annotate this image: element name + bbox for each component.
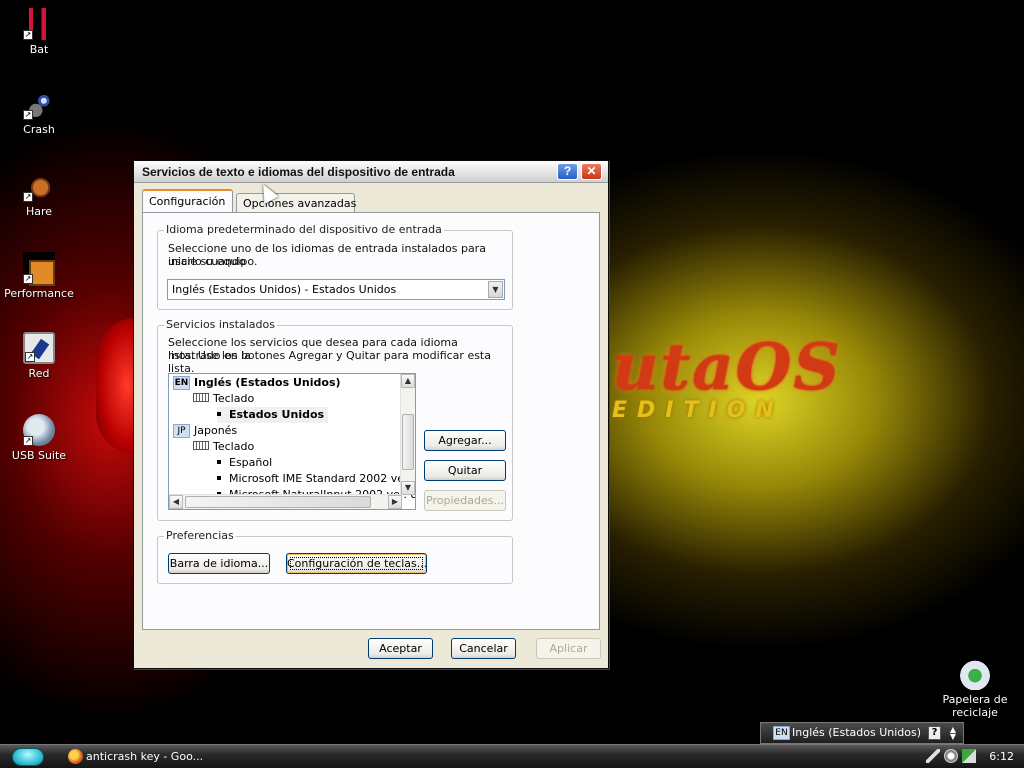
desktop-icon-label: Red: [28, 367, 50, 380]
language-bar[interactable]: EN Inglés (Estados Unidos) ? ▲ ▼: [760, 722, 964, 744]
tree-vertical-scrollbar[interactable]: ▲ ▼: [400, 374, 415, 495]
tree-item-label: Teclado: [213, 440, 255, 453]
red-icon: ↗: [23, 332, 55, 364]
close-button[interactable]: ✕: [581, 163, 602, 180]
scroll-up-icon[interactable]: ▲: [401, 374, 415, 388]
desktop-icon-crash[interactable]: ↗ Crash: [0, 88, 79, 136]
wallpaper-logo: utaOS: [612, 330, 842, 405]
ok-button[interactable]: Aceptar: [368, 638, 433, 659]
scroll-right-icon[interactable]: ▶: [388, 495, 402, 509]
tab-panel: Idioma predeterminado del dispositivo de…: [142, 212, 600, 630]
default-language-select[interactable]: Inglés (Estados Unidos) - Estados Unidos…: [167, 279, 505, 300]
wallpaper-edition-text: EDITION: [612, 398, 784, 423]
installed-services-description-line2: lista. Use los botones Agregar y Quitar …: [168, 349, 491, 375]
crash-icon: ↗: [23, 88, 55, 120]
tree-item-category[interactable]: Teclado: [193, 391, 254, 407]
taskbar-item-label: anticrash key - Goo...: [86, 750, 204, 763]
recycle-bin-icon: [959, 658, 991, 690]
desktop-icon-label: Bat: [29, 43, 49, 56]
horizontal-scroll-thumb[interactable]: [185, 496, 371, 508]
tree-item-category[interactable]: Teclado: [193, 439, 254, 455]
desktop-icon-label: Hare: [25, 205, 53, 218]
close-icon: ✕: [586, 164, 597, 178]
tree-item-label: Teclado: [213, 392, 255, 405]
help-icon[interactable]: ?: [928, 726, 941, 740]
usb-suite-icon: ↗: [23, 414, 55, 446]
tree-horizontal-scrollbar[interactable]: ◀ ▶: [169, 494, 402, 509]
tree-item-language[interactable]: EN Inglés (Estados Unidos): [173, 375, 341, 391]
keyboard-icon: [193, 441, 209, 450]
tree-item-language[interactable]: JP Japonés: [173, 423, 237, 439]
installed-services-legend: Servicios instalados: [164, 318, 277, 331]
scroll-left-icon[interactable]: ◀: [169, 495, 183, 509]
firefox-icon: [68, 749, 83, 764]
desktop-icon-usb-suite[interactable]: ↗ USB Suite: [0, 414, 79, 462]
tree-item-label: Español: [229, 456, 273, 469]
tree-item-label: Japonés: [194, 424, 238, 437]
performance-icon: ↗: [23, 252, 55, 286]
vertical-scroll-thumb[interactable]: [402, 414, 414, 470]
default-language-group: Idioma predeterminado del dispositivo de…: [157, 223, 513, 310]
desktop-icon-recycle-bin[interactable]: Papelera de reciclaje: [935, 658, 1015, 719]
tab-configuracion[interactable]: Configuración: [142, 189, 233, 212]
desktop-icon-label: Performance: [4, 287, 74, 300]
desktop-icon-label: Crash: [23, 123, 55, 136]
bullet-icon: [217, 460, 221, 464]
bat-icon: ↗: [23, 8, 55, 40]
options-arrows-icon[interactable]: ▲ ▼: [948, 726, 958, 741]
network-icon[interactable]: [962, 749, 976, 763]
default-language-description-line2: inicie su equipo.: [168, 255, 258, 268]
language-tag-icon: EN: [173, 376, 190, 390]
desktop-icon-red[interactable]: ↗ Red: [0, 332, 79, 380]
desktop-icon-bat[interactable]: ↗ Bat: [0, 8, 79, 56]
pen-icon[interactable]: [926, 749, 940, 763]
properties-button[interactable]: Propiedades...: [424, 490, 506, 511]
preferences-group: Preferencias Barra de idioma... Configur…: [157, 529, 513, 584]
recycle-bin-label-line1: Papelera de: [942, 693, 1008, 706]
keyboard-icon: [193, 393, 209, 402]
dialog-title: Servicios de texto e idiomas del disposi…: [142, 165, 455, 179]
help-button[interactable]: ?: [557, 163, 578, 180]
hare-icon: ↗: [23, 170, 55, 202]
language-tag-icon[interactable]: EN: [773, 726, 790, 740]
key-settings-button[interactable]: Configuración de teclas...: [286, 553, 427, 574]
default-language-legend: Idioma predeterminado del dispositivo de…: [164, 223, 444, 236]
language-tag-icon: JP: [173, 424, 190, 438]
tree-item-label: Microsoft IME Standard 2002 ver. 8: [229, 472, 416, 485]
language-bar-button[interactable]: Barra de idioma...: [168, 553, 270, 574]
chevron-down-icon[interactable]: ▼: [488, 281, 503, 298]
tree-item-service-selected[interactable]: Estados Unidos: [217, 407, 329, 423]
installed-services-tree[interactable]: EN Inglés (Estados Unidos) Teclado Estado…: [168, 373, 416, 510]
security-icon[interactable]: [944, 749, 958, 763]
desktop-icon-hare[interactable]: ↗ Hare: [0, 170, 79, 218]
default-language-selected-value: Inglés (Estados Unidos) - Estados Unidos: [172, 283, 397, 296]
desktop-icon-label: USB Suite: [11, 449, 67, 462]
taskbar-item[interactable]: anticrash key - Goo...: [62, 747, 262, 767]
add-button[interactable]: Agregar...: [424, 430, 506, 451]
tree-item-service[interactable]: Español: [217, 455, 272, 471]
system-tray: 6:12: [924, 745, 1024, 768]
dialog-titlebar[interactable]: Servicios de texto e idiomas del disposi…: [134, 161, 608, 183]
tree-item-label: Estados Unidos: [229, 408, 325, 421]
start-button[interactable]: [12, 748, 44, 766]
help-icon: ?: [563, 164, 572, 178]
apply-button[interactable]: Aplicar: [536, 638, 601, 659]
preferences-legend: Preferencias: [164, 529, 236, 542]
remove-button[interactable]: Quitar: [424, 460, 506, 481]
cancel-button[interactable]: Cancelar: [451, 638, 516, 659]
bullet-icon: [217, 476, 221, 480]
bullet-icon: [217, 412, 221, 416]
recycle-bin-label-line2: reciclaje: [952, 706, 998, 719]
tree-item-service[interactable]: Microsoft IME Standard 2002 ver. 8: [217, 471, 416, 487]
tree-item-label: Inglés (Estados Unidos): [194, 376, 341, 389]
clock[interactable]: 6:12: [989, 745, 1014, 768]
scroll-down-icon[interactable]: ▼: [401, 481, 415, 495]
installed-services-group: Servicios instalados Seleccione los serv…: [157, 318, 513, 521]
taskbar: anticrash key - Goo... 6:12: [0, 744, 1024, 768]
text-services-dialog: Servicios de texto e idiomas del disposi…: [133, 160, 609, 669]
language-bar-label[interactable]: Inglés (Estados Unidos): [792, 723, 921, 743]
desktop-icon-performance[interactable]: ↗ Performance: [0, 252, 79, 300]
